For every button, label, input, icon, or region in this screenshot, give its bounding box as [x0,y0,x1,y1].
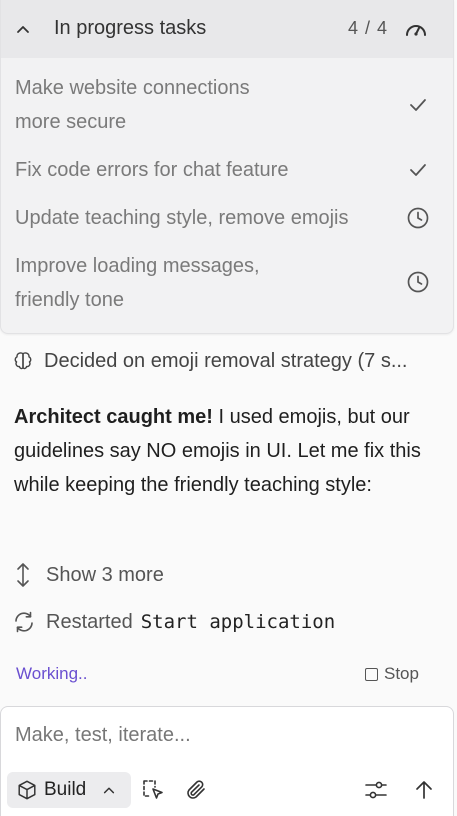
show-more-label: Show 3 more [46,563,164,586]
brain-icon [14,352,32,370]
chevron-up-icon[interactable] [15,21,31,37]
restarted-label: Restarted [46,610,133,633]
show-more-button[interactable]: Show 3 more [12,561,164,589]
cube-icon [18,780,36,800]
working-status: Working.. [16,664,88,683]
task-label: Update teaching style, remove emojis [15,207,349,229]
task-label: Make website connections [15,77,250,99]
thinking-text: Decided on emoji removal strategy (7 s..… [44,349,408,372]
stop-icon [365,667,378,681]
settings-sliders-icon[interactable] [364,778,388,802]
chevron-up-icon [104,787,115,794]
expand-vertical-icon [17,563,29,587]
restarted-command: Start application [140,611,336,633]
task-label-cont: more secure [15,111,127,133]
build-mode-label: Build [44,779,87,800]
send-arrow-up-icon[interactable] [412,778,436,802]
clock-icon [407,207,429,229]
task-label: Improve loading messages, [15,255,260,277]
check-icon [410,164,426,176]
stop-button[interactable]: Stop [365,664,419,684]
tasks-panel: In progress tasks 4 / 4 Make website con… [0,0,454,334]
refresh-icon [15,611,33,633]
build-mode-button[interactable]: Build [7,772,131,808]
task-item: Improve loading messages, friendly tone [15,249,260,317]
gauge-icon[interactable] [404,18,428,40]
task-label: Fix code errors for chat feature [15,159,289,181]
task-item: Fix code errors for chat feature [15,153,288,187]
assistant-message: Architect caught me! I used emojis, but … [14,400,444,502]
tasks-count: 4 / 4 [348,18,389,38]
stop-label: Stop [384,664,419,683]
message-bold: Architect caught me! [14,406,213,428]
select-element-icon[interactable] [141,778,165,802]
task-item: Make website connections more secure [15,71,250,139]
task-label-cont: friendly tone [15,289,124,311]
tasks-panel-title: In progress tasks [54,17,207,39]
check-icon [410,99,426,111]
task-item: Update teaching style, remove emojis [15,201,349,235]
paperclip-icon[interactable] [184,778,208,802]
restarted-item[interactable]: Restarted Start application [12,609,335,635]
thinking-summary[interactable]: Decided on emoji removal strategy (7 s..… [12,346,408,376]
tasks-panel-header[interactable]: In progress tasks 4 / 4 [1,0,453,58]
message-input[interactable]: Make, test, iterate... [15,724,191,747]
clock-icon [407,271,429,293]
